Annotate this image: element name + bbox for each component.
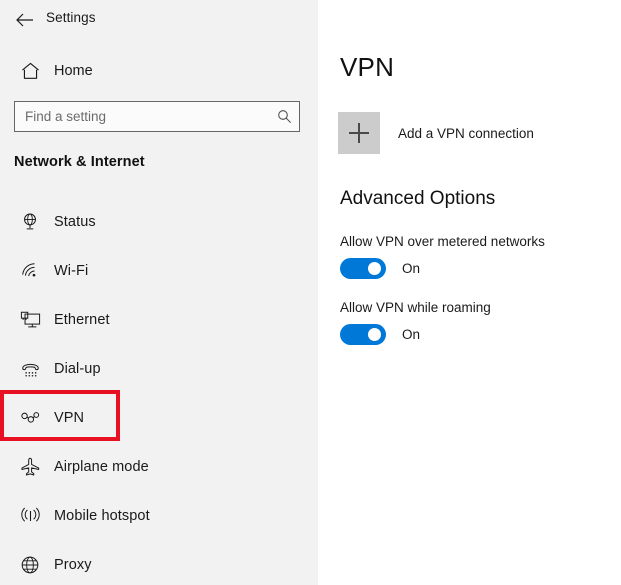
vpn-key-icon (8, 410, 52, 426)
ethernet-icon (8, 310, 52, 330)
add-vpn-connection-button[interactable]: Add a VPN connection (338, 112, 534, 154)
wifi-icon (8, 261, 52, 281)
sidebar-item-label: Home (54, 63, 93, 79)
sidebar-item-label: Ethernet (54, 312, 110, 328)
sidebar-item-proxy[interactable]: Proxy (0, 549, 318, 581)
sidebar-category-header: Network & Internet (14, 154, 145, 170)
page-title: VPN (340, 52, 395, 82)
sidebar-item-label: Mobile hotspot (54, 508, 150, 524)
toggle-state-label: On (402, 327, 421, 342)
setting-allow-vpn-over-metered-networks: Allow VPN over metered networks On (340, 234, 545, 279)
sidebar-item-label: Status (54, 214, 96, 230)
sidebar-nav-list: Status Wi-Fi Ethernet Dial-up VPN Airpla… (0, 206, 318, 585)
sidebar: Settings Home Network & Internet (0, 0, 318, 585)
sidebar-item-label: Dial-up (54, 361, 101, 377)
toggle-switch[interactable] (340, 324, 386, 345)
add-vpn-connection-label: Add a VPN connection (398, 125, 534, 141)
setting-label: Allow VPN while roaming (340, 300, 491, 315)
setting-label: Allow VPN over metered networks (340, 234, 545, 249)
toggle-knob (368, 328, 381, 341)
sidebar-item-label: Wi-Fi (54, 263, 89, 279)
setting-allow-vpn-while-roaming: Allow VPN while roaming On (340, 300, 491, 345)
back-arrow-icon[interactable] (12, 8, 38, 32)
toggle-state-label: On (402, 261, 421, 276)
search-icon[interactable] (269, 109, 299, 124)
search-box[interactable] (14, 101, 300, 132)
toggle-row: On (340, 324, 491, 345)
sidebar-item-label: VPN (54, 410, 85, 426)
sidebar-item-status[interactable]: Status (0, 206, 318, 238)
toggle-row: On (340, 258, 545, 279)
sidebar-item-ethernet[interactable]: Ethernet (0, 304, 318, 336)
settings-window: Settings Home Network & Internet (0, 0, 621, 585)
home-icon (8, 62, 52, 80)
plus-icon (338, 112, 380, 154)
globe-monitor-icon (8, 212, 52, 232)
sidebar-item-home[interactable]: Home (0, 56, 318, 86)
selection-indicator (0, 405, 4, 431)
sidebar-item-label: Proxy (54, 557, 92, 573)
sidebar-item-dialup[interactable]: Dial-up (0, 353, 318, 385)
content-pane: VPN Add a VPN connection Advanced Option… (318, 0, 621, 585)
sidebar-item-airplane-mode[interactable]: Airplane mode (0, 451, 318, 483)
globe-icon (8, 555, 52, 575)
advanced-options-heading: Advanced Options (340, 188, 496, 209)
title-bar: Settings (0, 0, 318, 40)
dialup-phone-icon (8, 359, 52, 379)
sidebar-item-vpn[interactable]: VPN (0, 402, 318, 434)
toggle-knob (368, 262, 381, 275)
sidebar-item-mobile-hotspot[interactable]: Mobile hotspot (0, 500, 318, 532)
sidebar-item-wifi[interactable]: Wi-Fi (0, 255, 318, 287)
hotspot-icon (8, 506, 52, 526)
sidebar-item-label: Airplane mode (54, 459, 149, 475)
search-input[interactable] (15, 109, 269, 124)
window-title: Settings (46, 10, 96, 25)
toggle-switch[interactable] (340, 258, 386, 279)
airplane-icon (8, 457, 52, 477)
